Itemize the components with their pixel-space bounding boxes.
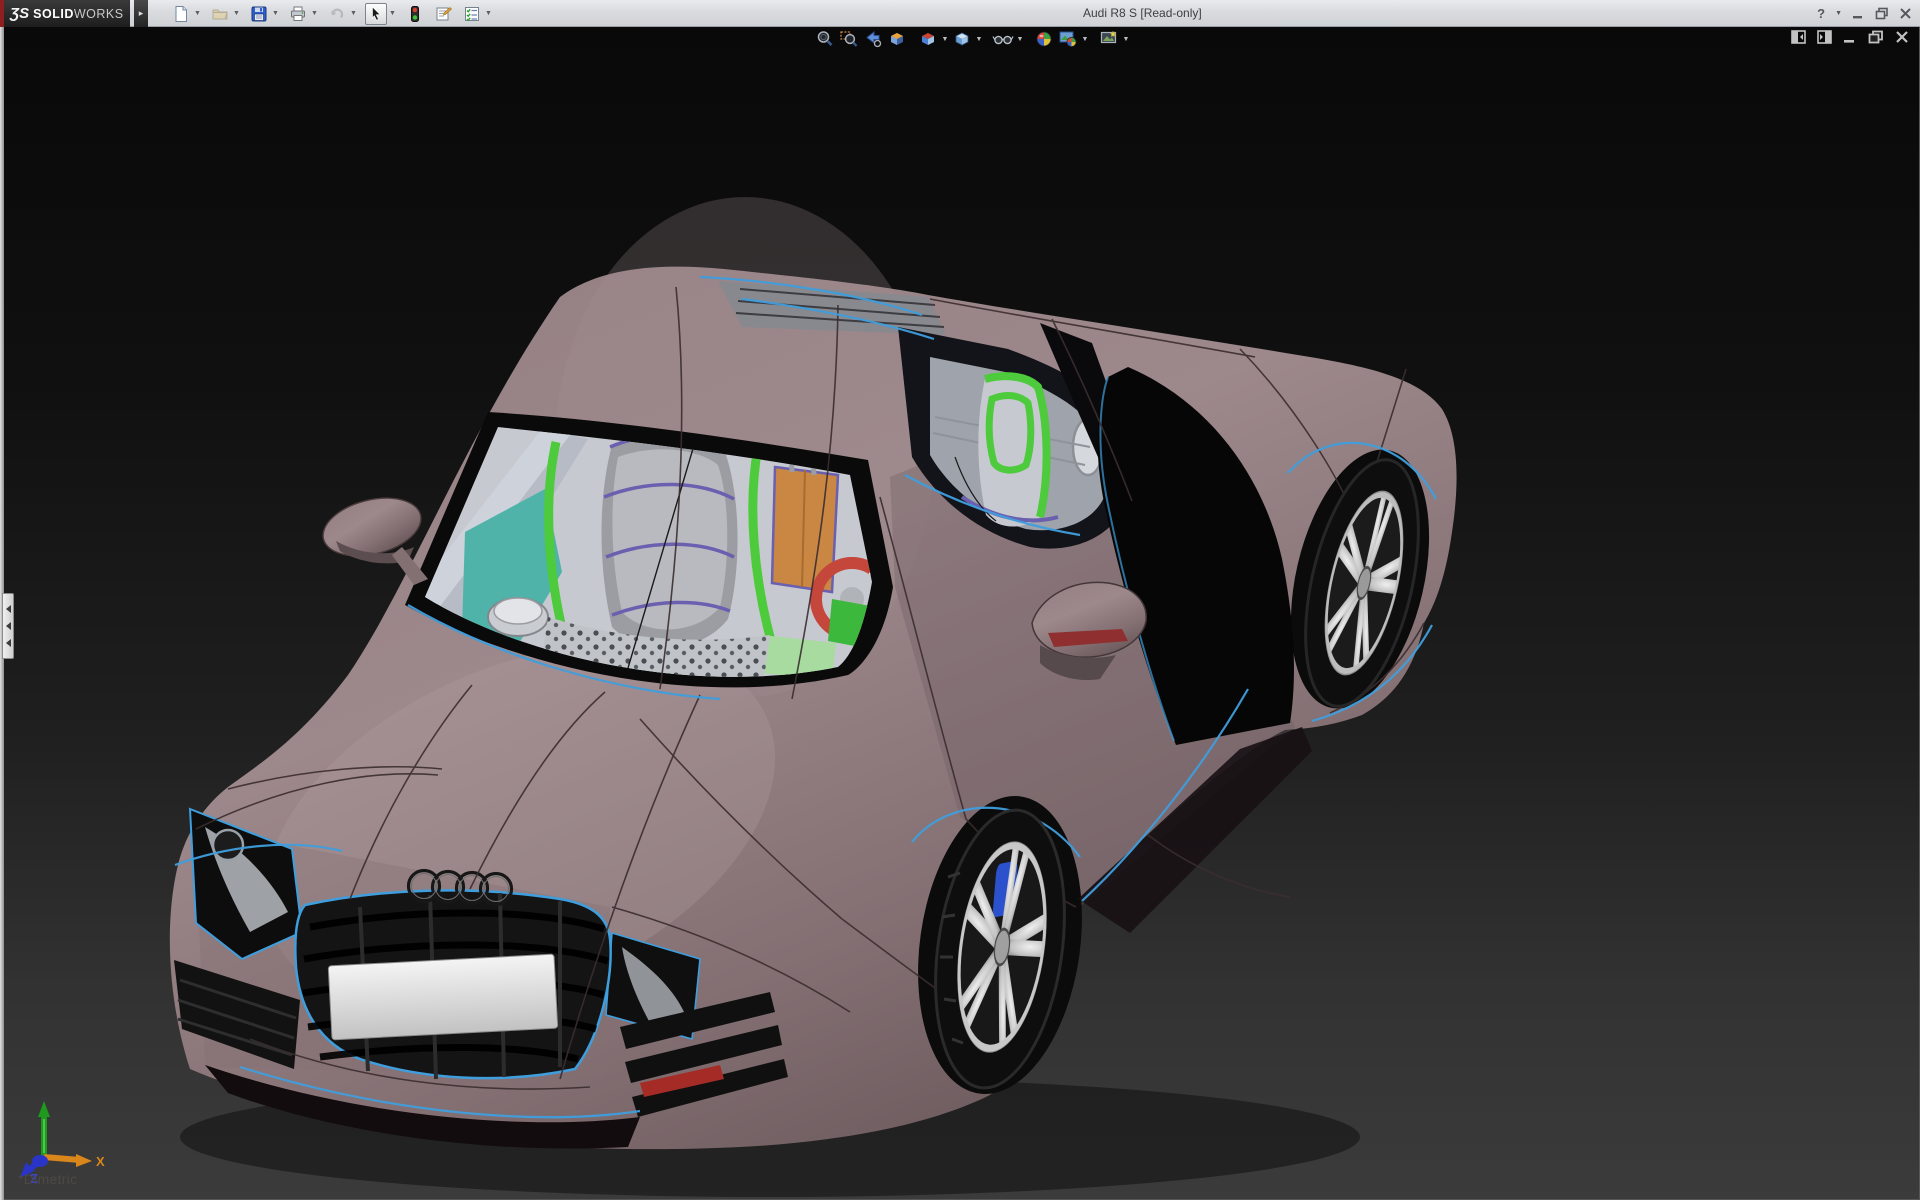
left-headlight-projector [213,830,243,860]
collapse-arrow-icon [6,622,11,630]
save-dropdown[interactable]: ▼ [270,3,281,25]
select-cursor-icon [367,5,385,23]
restore-icon[interactable] [1868,30,1884,44]
zoom-to-area-icon [839,29,859,49]
view-settings-dropdown[interactable]: ▼ [1121,36,1131,43]
options-button[interactable] [461,3,483,25]
view-orientation-button[interactable] [916,28,940,50]
new-dropdown[interactable]: ▼ [192,3,203,25]
save-button[interactable] [248,3,270,25]
apply-scene-icon [1058,29,1078,49]
triad-x-label: X [96,1154,105,1169]
solidworks-logo-glyph: ƷS [10,5,29,22]
undo-dropdown[interactable]: ▼ [348,3,359,25]
left-side-mirror[interactable] [317,489,428,585]
file-properties-button[interactable] [432,3,455,25]
menu-expand-arrow[interactable]: ▸ [134,0,148,27]
display-style-dropdown[interactable]: ▼ [974,36,984,43]
title-bar: ƷS SOLIDWORKS ▸ ▼ ▼ [0,0,1920,27]
solidworks-logo: ƷS SOLIDWORKS [0,0,130,27]
apply-scene-button[interactable] [1056,28,1080,50]
open-button[interactable] [209,3,231,25]
restore-icon[interactable] [1875,7,1889,20]
save-floppy-icon [250,5,268,23]
license-plate [328,954,558,1040]
new-document-icon [172,5,190,23]
undo-button[interactable] [326,3,348,25]
close-icon[interactable] [1895,30,1909,44]
help-dropdown[interactable]: ▼ [1835,10,1842,17]
hide-show-items-icon [992,29,1014,49]
previous-view-button[interactable] [861,28,885,50]
file-properties-icon [434,5,453,23]
view-settings-icon [1099,29,1119,49]
options-dropdown[interactable]: ▼ [483,3,494,25]
rebuild-button[interactable] [404,3,426,25]
minimize-icon[interactable] [1843,30,1857,44]
view-orientation-label: *Dimetric [18,1171,77,1187]
open-dropdown[interactable]: ▼ [231,3,242,25]
select-dropdown[interactable]: ▼ [387,3,398,25]
previous-view-icon [863,29,883,49]
new-button[interactable] [170,3,192,25]
help-icon[interactable]: ? [1817,6,1825,21]
collapse-arrow-icon [6,639,11,647]
edit-appearance-icon [1034,29,1054,49]
options-checklist-icon [463,5,481,23]
minimize-icon[interactable] [1852,7,1865,20]
apply-scene-dropdown[interactable]: ▼ [1080,36,1090,43]
collapse-arrow-icon [6,605,11,613]
pane-toggle-left-icon[interactable] [1791,30,1806,44]
section-view-button[interactable] [885,28,909,50]
main-toolbar: ▼ ▼ ▼ ▼ [170,2,494,25]
pane-toggle-right-icon[interactable] [1817,30,1832,44]
view-orientation-dropdown[interactable]: ▼ [940,36,950,43]
select-button[interactable] [365,3,387,25]
section-view-icon [887,29,907,49]
display-style-icon [952,29,972,49]
open-folder-icon [211,5,229,23]
feature-manager-collapse-tab[interactable] [2,593,14,659]
heads-up-view-toolbar: ▼ ▼ ▼ [813,28,1131,50]
display-style-button[interactable] [950,28,974,50]
audi-r8-model[interactable] [0,27,1920,1200]
graphics-viewport[interactable]: ▼ ▼ ▼ [0,27,1920,1200]
zoom-to-fit-button[interactable] [813,28,837,50]
document-window-controls [1791,30,1909,44]
close-icon[interactable] [1899,7,1912,20]
traffic-light-icon [406,5,424,23]
zoom-to-fit-icon [815,29,835,49]
print-button[interactable] [287,3,309,25]
view-settings-button[interactable] [1097,28,1121,50]
zoom-to-area-button[interactable] [837,28,861,50]
view-orientation-icon [918,29,938,49]
window-title: Audi R8 S [Read-only] [1083,0,1202,26]
print-icon [289,5,307,23]
edit-appearance-button[interactable] [1032,28,1056,50]
hide-show-items-button[interactable] [991,28,1015,50]
print-dropdown[interactable]: ▼ [309,3,320,25]
undo-arrow-icon [328,5,346,23]
hide-show-items-dropdown[interactable]: ▼ [1015,36,1025,43]
